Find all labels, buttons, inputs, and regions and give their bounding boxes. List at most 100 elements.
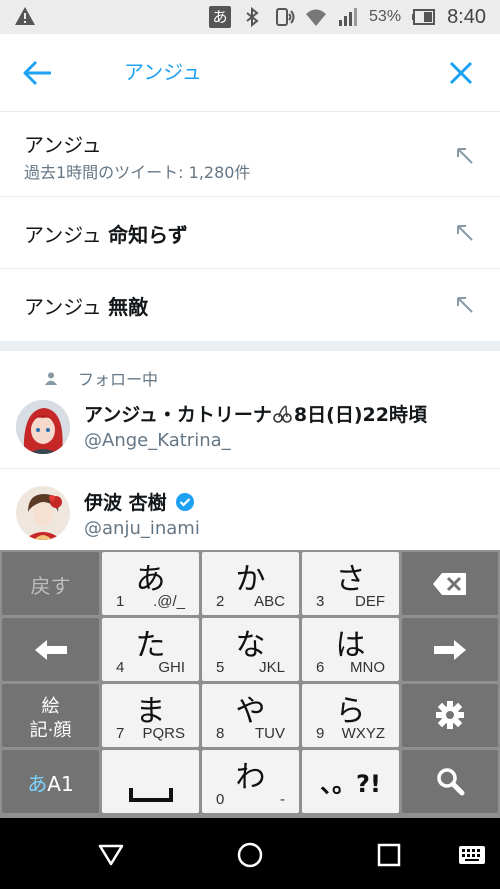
- battery-percent: 53%: [369, 8, 402, 25]
- home-icon[interactable]: [236, 841, 264, 869]
- key-letters: TUV: [255, 725, 285, 742]
- key-number: 4: [116, 659, 125, 676]
- key-number: 9: [316, 725, 325, 742]
- user-suggestion[interactable]: 伊波 杏樹 @anju_inami: [0, 469, 500, 550]
- key-kana: か: [235, 562, 266, 597]
- key-letters: GHI: [158, 659, 185, 676]
- key-letters: -: [280, 791, 285, 808]
- key-kana: さ: [335, 562, 366, 597]
- space-key[interactable]: [102, 750, 199, 813]
- key-na[interactable]: な 5 JKL: [202, 618, 299, 681]
- signal-icon: [339, 8, 358, 26]
- following-header: フォロー中: [44, 367, 158, 389]
- search-key[interactable]: [402, 750, 498, 813]
- key-letters: ABC: [254, 593, 285, 610]
- key-letters: WXYZ: [341, 725, 385, 742]
- back-icon[interactable]: [98, 843, 124, 867]
- key-letters: .@/_: [153, 593, 185, 610]
- key-a[interactable]: あ 1 .@/_: [102, 552, 199, 615]
- gear-icon: [436, 701, 464, 729]
- search-input[interactable]: アンジュ: [124, 58, 202, 86]
- cursor-left-key[interactable]: [2, 618, 99, 681]
- key-kana: あ: [135, 562, 166, 597]
- key-kana: た: [135, 628, 166, 663]
- key-number: 5: [216, 659, 225, 676]
- key-kana: わ: [235, 760, 266, 795]
- key-letters: MNO: [350, 659, 385, 676]
- key-letters: PQRS: [142, 725, 185, 742]
- emoji-label-line2: 記·顔: [29, 720, 72, 741]
- key-kana: な: [235, 628, 266, 663]
- key-number: 1: [116, 593, 125, 610]
- key-kana: ま: [135, 694, 166, 729]
- alpha-mode-label: A1: [47, 772, 74, 796]
- following-label: フォロー中: [78, 370, 159, 389]
- search-suggestion[interactable]: アンジュ 過去1時間のツイート: 1,280件: [0, 113, 500, 197]
- backspace-icon: [433, 573, 466, 595]
- search-icon: [437, 768, 465, 796]
- key-kana: は: [335, 628, 366, 663]
- search-suggestion[interactable]: アンジュ 命知らず: [0, 197, 500, 269]
- status-bar: あ 53% 8:40: [0, 0, 500, 34]
- settings-key[interactable]: [402, 684, 498, 747]
- kana-mode-label: あ: [27, 772, 48, 796]
- key-number: 6: [316, 659, 325, 676]
- undo-label: 戻す: [30, 574, 71, 598]
- key-number: 8: [216, 725, 225, 742]
- key-ya[interactable]: や 8 TUV: [202, 684, 299, 747]
- key-number: 3: [316, 593, 325, 610]
- key-wa[interactable]: わ 0 -: [202, 750, 299, 813]
- input-mode-key[interactable]: あA1: [2, 750, 99, 813]
- key-ka[interactable]: か 2 ABC: [202, 552, 299, 615]
- suggestion-text: アンジュ: [24, 133, 102, 157]
- back-arrow-icon[interactable]: [22, 58, 54, 88]
- emoji-label-line1: 絵: [41, 696, 60, 717]
- status-icons: あ 53% 8:40: [209, 0, 486, 34]
- section-divider: [0, 341, 500, 351]
- key-number: 7: [116, 725, 125, 742]
- key-number: 0: [216, 791, 225, 808]
- keyboard-switch-icon[interactable]: [458, 845, 486, 865]
- key-letters: DEF: [355, 593, 385, 610]
- key-sa[interactable]: さ 3 DEF: [302, 552, 399, 615]
- verified-badge-icon: [176, 493, 195, 511]
- fill-query-arrow-icon[interactable]: [456, 147, 474, 165]
- suggestion-tweet-count: 過去1時間のツイート: 1,280件: [24, 163, 251, 182]
- close-icon[interactable]: [446, 58, 476, 88]
- key-ha[interactable]: は 6 MNO: [302, 618, 399, 681]
- punctuation-label: 、。?!: [320, 770, 381, 798]
- user-display-name: アンジュ・カトリーナ 8日(日)22時頃: [84, 404, 427, 426]
- wifi-icon: [306, 9, 327, 26]
- key-kana: ら: [335, 694, 366, 729]
- navigation-bar: [0, 818, 500, 889]
- space-icon: [129, 788, 173, 802]
- avatar: [16, 486, 70, 540]
- user-handle: @anju_inami: [84, 518, 200, 539]
- key-kana: や: [235, 694, 266, 729]
- search-suggestion[interactable]: アンジュ 無敵: [0, 269, 500, 341]
- person-icon: [44, 372, 58, 385]
- key-letters: JKL: [259, 659, 285, 676]
- cursor-right-key[interactable]: [402, 618, 498, 681]
- punctuation-key[interactable]: 、。?!: [302, 750, 399, 813]
- key-ra[interactable]: ら 9 WXYZ: [302, 684, 399, 747]
- battery-icon: [412, 9, 436, 25]
- fill-query-arrow-icon[interactable]: [456, 224, 474, 242]
- user-suggestion[interactable]: アンジュ・カトリーナ 8日(日)22時頃 @Ange_Katrina_: [0, 392, 500, 468]
- key-number: 2: [216, 593, 225, 610]
- key-ta[interactable]: た 4 GHI: [102, 618, 199, 681]
- suggestion-text: アンジュ 無敵: [24, 295, 149, 319]
- key-ma[interactable]: ま 7 PQRS: [102, 684, 199, 747]
- clock: 8:40: [447, 5, 486, 28]
- nfc-icon: [276, 8, 295, 26]
- ime-indicator: あ: [209, 6, 232, 28]
- bluetooth-icon: [246, 6, 259, 28]
- emoji-key[interactable]: 絵 記·顔: [2, 684, 99, 747]
- fill-query-arrow-icon[interactable]: [456, 296, 474, 314]
- search-header: アンジュ: [0, 34, 500, 112]
- input-mode-label: あA1: [2, 768, 99, 797]
- recent-apps-icon[interactable]: [377, 843, 401, 867]
- undo-key[interactable]: 戻す: [2, 552, 99, 615]
- backspace-key[interactable]: [402, 552, 498, 615]
- user-display-name: 伊波 杏樹: [84, 488, 195, 515]
